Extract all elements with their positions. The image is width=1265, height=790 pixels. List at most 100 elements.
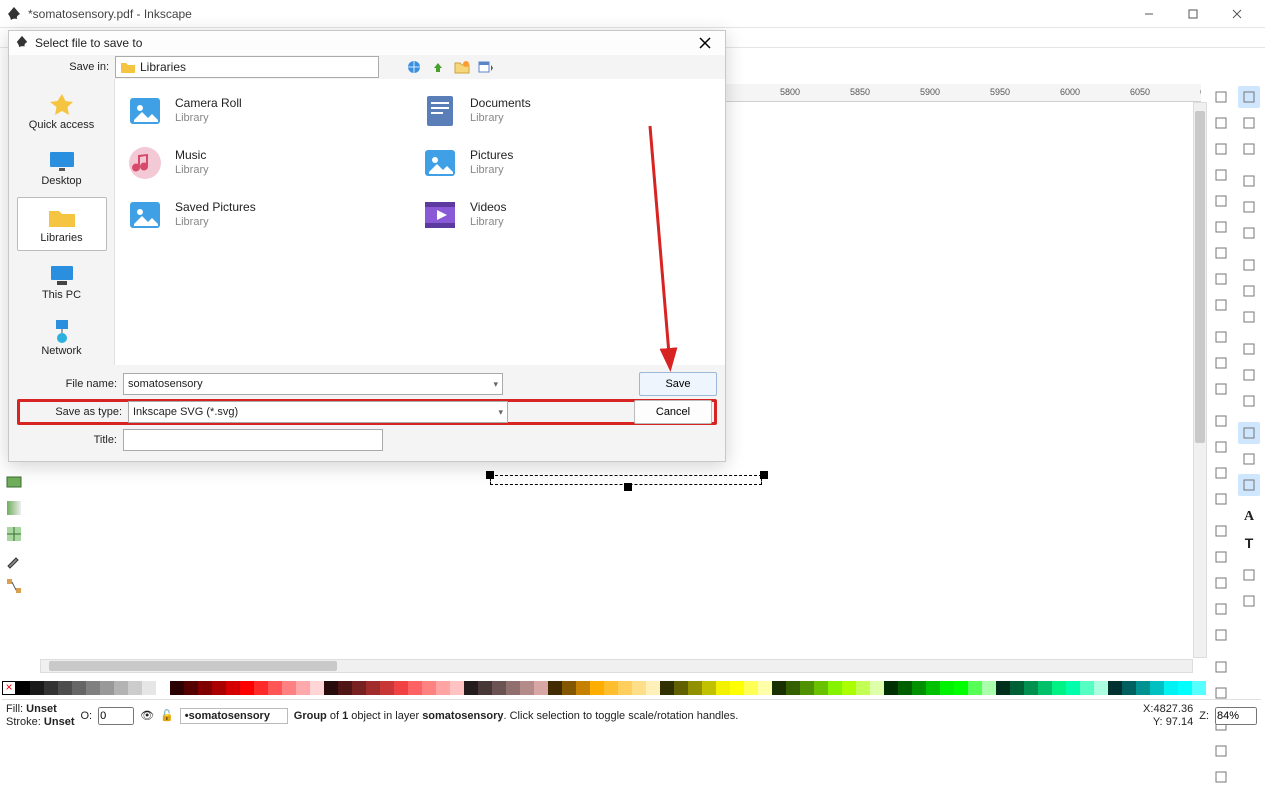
color-swatch[interactable]	[254, 681, 268, 695]
color-swatch[interactable]	[814, 681, 828, 695]
save-type-combo[interactable]: Inkscape SVG (*.svg)	[128, 401, 508, 423]
color-swatch[interactable]	[912, 681, 926, 695]
snap-bounds-icon[interactable]	[1238, 112, 1260, 134]
snap-guide-icon[interactable]	[1238, 448, 1260, 470]
color-swatch[interactable]	[282, 681, 296, 695]
minimize-button[interactable]	[1127, 0, 1171, 28]
color-swatch[interactable]	[44, 681, 58, 695]
color-swatch[interactable]	[1066, 681, 1080, 695]
color-swatch[interactable]	[506, 681, 520, 695]
title-input[interactable]	[123, 429, 383, 451]
color-swatch[interactable]	[240, 681, 254, 695]
print-icon[interactable]	[1210, 164, 1232, 186]
group-icon[interactable]	[1210, 598, 1232, 620]
paste-icon[interactable]	[1210, 378, 1232, 400]
opacity-input[interactable]	[98, 707, 134, 725]
color-swatch[interactable]	[156, 681, 170, 695]
cancel-button[interactable]: Cancel	[634, 400, 712, 424]
copy-icon[interactable]	[1210, 294, 1232, 316]
selection-handle[interactable]	[760, 471, 768, 479]
color-swatch[interactable]	[968, 681, 982, 695]
color-swatch[interactable]	[296, 681, 310, 695]
color-swatch[interactable]	[884, 681, 898, 695]
color-swatch[interactable]	[604, 681, 618, 695]
color-swatch[interactable]	[716, 681, 730, 695]
library-item-pictures[interactable]: PicturesLibrary	[420, 137, 715, 189]
zoom-out-icon[interactable]	[1210, 436, 1232, 458]
color-swatch[interactable]	[856, 681, 870, 695]
color-swatch[interactable]	[100, 681, 114, 695]
zoom-fit-icon[interactable]	[1210, 462, 1232, 484]
color-palette[interactable]: ×	[2, 681, 1261, 697]
zoom-page-icon[interactable]	[1210, 488, 1232, 510]
color-swatch[interactable]	[688, 681, 702, 695]
dropper-tool-icon[interactable]	[2, 548, 26, 572]
color-swatch[interactable]	[870, 681, 884, 695]
color-swatch[interactable]	[352, 681, 366, 695]
zoom-in-icon[interactable]	[1210, 410, 1232, 432]
save-button[interactable]: Save	[639, 372, 717, 396]
color-swatch[interactable]	[436, 681, 450, 695]
color-swatch[interactable]	[618, 681, 632, 695]
snap-cusp-icon[interactable]	[1238, 306, 1260, 328]
T-icon[interactable]: T	[1238, 532, 1260, 554]
snap-text-icon[interactable]	[1238, 390, 1260, 412]
library-item-camera-roll[interactable]: Camera RollLibrary	[125, 85, 420, 137]
color-swatch[interactable]	[590, 681, 604, 695]
color-swatch[interactable]	[1136, 681, 1150, 695]
prefs-icon[interactable]	[1210, 766, 1232, 788]
new-icon[interactable]	[1210, 86, 1232, 108]
snap-grid-icon[interactable]	[1238, 422, 1260, 444]
color-swatch[interactable]	[1108, 681, 1122, 695]
library-item-documents[interactable]: DocumentsLibrary	[420, 85, 715, 137]
color-swatch[interactable]	[926, 681, 940, 695]
color-swatch[interactable]	[800, 681, 814, 695]
color-swatch[interactable]	[982, 681, 996, 695]
color-swatch[interactable]	[324, 681, 338, 695]
color-swatch[interactable]	[338, 681, 352, 695]
color-swatch[interactable]	[898, 681, 912, 695]
maximize-button[interactable]	[1171, 0, 1215, 28]
snap-path-icon[interactable]	[1238, 254, 1260, 276]
color-swatch[interactable]	[1010, 681, 1024, 695]
color-swatch[interactable]	[1122, 681, 1136, 695]
snap-center-icon[interactable]	[1238, 338, 1260, 360]
close-button[interactable]	[1215, 0, 1259, 28]
color-swatch[interactable]	[184, 681, 198, 695]
zoom-input[interactable]	[1215, 707, 1257, 725]
color-swatch[interactable]	[380, 681, 394, 695]
place-this-pc[interactable]: This PC	[17, 255, 107, 307]
import-icon[interactable]	[1210, 190, 1232, 212]
unclone-icon[interactable]	[1210, 572, 1232, 594]
view-menu-icon[interactable]	[477, 58, 495, 76]
color-swatch[interactable]	[1038, 681, 1052, 695]
color-swatch[interactable]	[226, 681, 240, 695]
new-folder-icon[interactable]	[453, 58, 471, 76]
dialog-close-button[interactable]	[691, 31, 719, 55]
selection-handle[interactable]	[486, 471, 494, 479]
undo-icon[interactable]	[1210, 242, 1232, 264]
x2-icon[interactable]	[1238, 590, 1260, 612]
rectangle-tool-icon[interactable]	[2, 470, 26, 494]
library-item-videos[interactable]: VideosLibrary	[420, 189, 715, 241]
cut-icon[interactable]	[1210, 326, 1232, 348]
color-swatch[interactable]	[996, 681, 1010, 695]
color-swatch[interactable]	[72, 681, 86, 695]
color-swatch[interactable]	[632, 681, 646, 695]
color-swatch[interactable]	[366, 681, 380, 695]
save-icon[interactable]	[1210, 138, 1232, 160]
color-swatch[interactable]	[562, 681, 576, 695]
gradient-tool-icon[interactable]	[2, 496, 26, 520]
color-swatch[interactable]	[534, 681, 548, 695]
color-swatch[interactable]	[1192, 681, 1206, 695]
snap-nodes-icon[interactable]	[1238, 138, 1260, 160]
color-swatch[interactable]	[492, 681, 506, 695]
color-swatch[interactable]	[954, 681, 968, 695]
color-swatch[interactable]	[744, 681, 758, 695]
x1-icon[interactable]	[1238, 564, 1260, 586]
file-name-input[interactable]: somatosensory	[123, 373, 503, 395]
color-swatch[interactable]	[16, 681, 30, 695]
place-network[interactable]: Network	[17, 311, 107, 363]
color-swatch[interactable]	[660, 681, 674, 695]
place-libraries[interactable]: Libraries	[17, 197, 107, 251]
